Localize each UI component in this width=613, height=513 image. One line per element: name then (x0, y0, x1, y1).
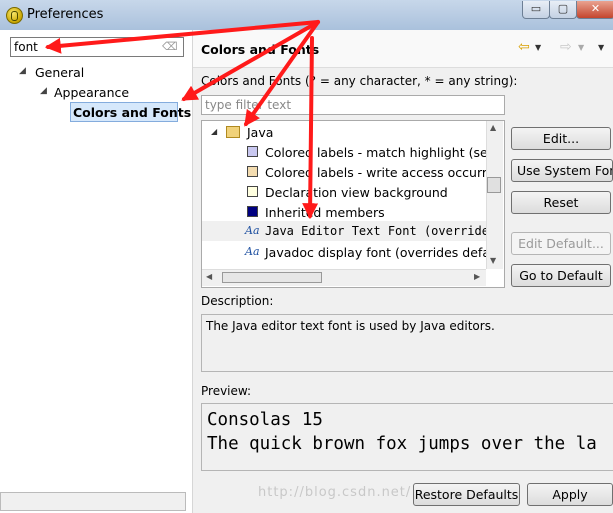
forward-dropdown-icon[interactable]: ▼ (578, 43, 584, 52)
tree-item-appearance[interactable]: Appearance (54, 85, 129, 100)
preview-label: Preview: (201, 384, 252, 398)
page-title: Colors and Fonts (201, 42, 320, 57)
tree-item-colors-and-fonts[interactable]: Colors and Fonts (73, 105, 191, 120)
collapse-twistie-icon[interactable]: ◢ (40, 86, 47, 96)
preference-filter-input[interactable]: font ⌫ (10, 37, 184, 57)
intro-label: Colors and Fonts (? = any character, * =… (201, 74, 518, 88)
scroll-down-icon[interactable]: ▼ (490, 256, 496, 265)
edit-button[interactable]: Edit... (511, 127, 611, 150)
preview-font-name: Consolas 15 (207, 410, 323, 430)
color-swatch (247, 186, 258, 197)
collapse-twistie-icon[interactable]: ◢ (211, 127, 217, 136)
tree-item-label: Colored labels - write access occurrer (265, 165, 487, 180)
tree-item-label: Java Editor Text Font (overrides (265, 224, 487, 238)
tree-item-color[interactable]: Colored labels - write access occurrer (202, 162, 487, 182)
preview-sample-text: The quick brown fox jumps over the la (207, 434, 597, 454)
description-label: Description: (201, 294, 274, 308)
font-icon: Aa (245, 224, 260, 237)
tree-item-color[interactable]: Inherited members (202, 202, 487, 222)
tree-item-general[interactable]: General (35, 65, 84, 80)
scroll-up-icon[interactable]: ▲ (490, 123, 496, 132)
forward-arrow-icon[interactable]: ⇨ (560, 39, 572, 55)
tree-item-label: Java (247, 125, 274, 140)
clear-filter-icon[interactable]: ⌫ (162, 41, 178, 52)
tree-item-color[interactable]: Declaration view background (202, 182, 487, 202)
scroll-left-icon[interactable]: ◀ (206, 272, 212, 281)
tree-item-java-editor-font[interactable]: Aa Java Editor Text Font (overrides (202, 221, 487, 241)
folder-icon (226, 126, 240, 138)
filter-placeholder: type filter text (205, 98, 292, 112)
edit-default-button[interactable]: Edit Default... (511, 232, 611, 255)
reset-button[interactable]: Reset (511, 191, 611, 214)
colors-filter-input[interactable]: type filter text (201, 95, 505, 115)
tree-item-color[interactable]: Colored labels - match highlight (set t (202, 142, 487, 162)
tree-item-label: Colored labels - match highlight (set t (265, 145, 487, 160)
tree-vertical-scrollbar[interactable] (486, 121, 503, 269)
tree-item-label: Javadoc display font (overrides defaul (265, 245, 487, 260)
apply-button[interactable]: Apply (527, 483, 613, 506)
font-icon: Aa (245, 245, 260, 258)
color-swatch (247, 146, 258, 157)
back-dropdown-icon[interactable]: ▼ (535, 43, 541, 52)
tree-item-label: Declaration view background (265, 185, 448, 200)
use-system-font-button[interactable]: Use System Font (511, 159, 613, 182)
view-menu-icon[interactable]: ▼ (598, 43, 604, 52)
collapse-twistie-icon[interactable]: ◢ (19, 66, 26, 76)
scrollbar-thumb[interactable] (487, 177, 501, 193)
description-text: The Java editor text font is used by Jav… (206, 319, 495, 333)
maximize-button[interactable]: ▢ (549, 1, 577, 19)
minimize-button[interactable]: ▭ (522, 1, 550, 19)
window-title: Preferences (27, 7, 104, 22)
tree-item-label: Inherited members (265, 205, 385, 220)
go-to-default-button[interactable]: Go to Default (511, 264, 611, 287)
filter-value: font (14, 40, 38, 54)
restore-defaults-button[interactable]: Restore Defaults (413, 483, 520, 506)
tree-item-javadoc-font[interactable]: Aa Javadoc display font (overrides defau… (202, 242, 487, 262)
back-arrow-icon[interactable]: ⇦ (518, 39, 530, 55)
color-swatch (247, 166, 258, 177)
tree-item-java[interactable]: ◢ Java (202, 122, 487, 142)
eclipse-icon (6, 7, 23, 24)
scroll-right-icon[interactable]: ▶ (474, 272, 480, 281)
close-button[interactable]: ✕ (576, 1, 613, 19)
scrollbar-thumb[interactable] (222, 272, 322, 283)
font-preview-box: Consolas 15 The quick brown fox jumps ov… (201, 403, 613, 471)
colors-fonts-tree[interactable]: ◢ Java Colored labels - match highlight … (201, 120, 505, 288)
left-horizontal-scrollbar[interactable] (0, 492, 186, 511)
color-swatch (247, 206, 258, 217)
